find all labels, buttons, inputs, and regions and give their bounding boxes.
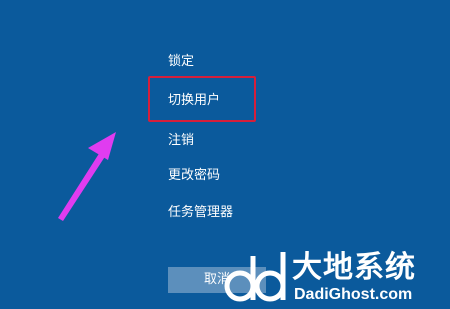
watermark-title: 大地系统 bbox=[292, 250, 416, 285]
dd-logo-icon bbox=[224, 252, 286, 302]
watermark: 大地系统 DadiGhost.com bbox=[222, 248, 450, 309]
watermark-url: DadiGhost.com bbox=[294, 286, 413, 303]
